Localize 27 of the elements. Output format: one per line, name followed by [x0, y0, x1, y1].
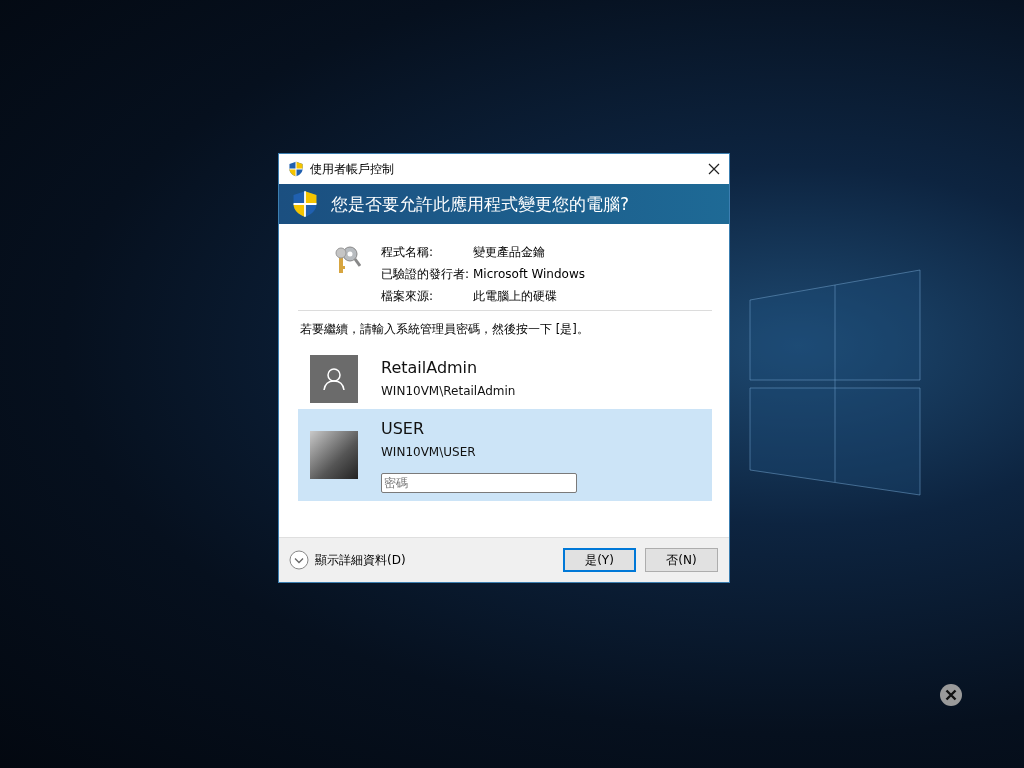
instruction-text: 若要繼續，請輸入系統管理員密碼，然後按一下 [是]。: [300, 322, 590, 337]
account-name: RetailAdmin: [381, 357, 479, 379]
account-id: WIN10VM\USER: [381, 444, 477, 461]
detail-value: 變更產品金鑰: [473, 244, 546, 261]
detail-value: Microsoft Windows: [473, 266, 585, 283]
header-question: 您是否要允許此應用程式變更您的電腦?: [331, 192, 630, 216]
close-icon[interactable]: [939, 683, 963, 707]
account-tile[interactable]: RetailAdmin WIN10VM\RetailAdmin: [298, 349, 712, 409]
yes-button[interactable]: 是(Y): [563, 548, 636, 572]
password-field[interactable]: 密碼: [381, 473, 577, 493]
details-link[interactable]: 顯示詳細資料(D): [315, 551, 406, 569]
detail-label: 已驗證的發行者:: [381, 266, 471, 283]
account-tile[interactable]: USER WIN10VM\USER 密碼: [298, 409, 712, 501]
close-icon[interactable]: [708, 163, 720, 175]
window-title: 使用者帳戶控制: [310, 160, 395, 178]
detail-label: 檔案來源:: [381, 288, 435, 305]
detail-value: 此電腦上的硬碟: [473, 288, 558, 305]
shield-icon: [288, 161, 304, 177]
user-avatar-icon: [310, 355, 358, 403]
detail-label: 程式名稱:: [381, 244, 435, 261]
chevron-down-icon: [289, 550, 309, 570]
shield-icon: [291, 190, 319, 218]
no-button[interactable]: 否(N): [645, 548, 718, 572]
account-name: USER: [381, 418, 426, 440]
photo-placeholder: [310, 431, 358, 479]
key-icon: [333, 244, 361, 274]
account-id: WIN10VM\RetailAdmin: [381, 383, 516, 400]
